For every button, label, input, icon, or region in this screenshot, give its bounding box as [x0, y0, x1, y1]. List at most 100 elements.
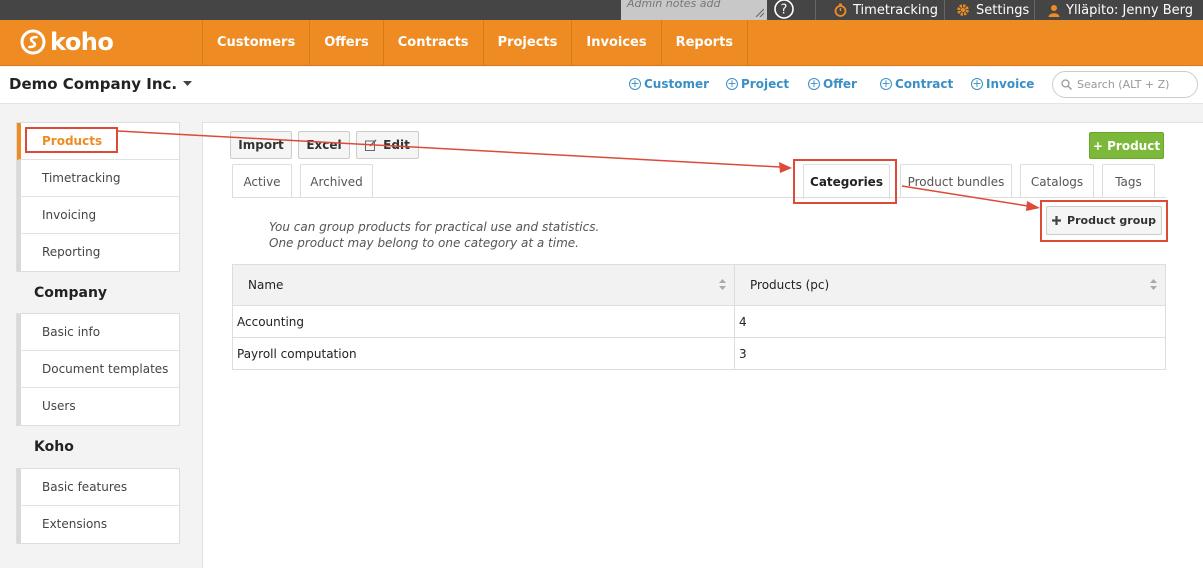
- column-header-label: Name: [248, 278, 284, 292]
- timetracking-label: Timetracking: [853, 2, 939, 18]
- tab-categories[interactable]: Categories: [803, 164, 890, 199]
- company-name: Demo Company Inc.: [9, 75, 178, 93]
- edit-button[interactable]: Edit: [356, 131, 419, 159]
- categories-table: Name Products (pc) Accounting 4 Payroll …: [232, 264, 1166, 370]
- sort-icon: [719, 279, 726, 290]
- add-product-button[interactable]: + Product: [1089, 132, 1164, 159]
- settings-label: Settings: [976, 2, 1030, 18]
- nav-invoices[interactable]: Invoices: [571, 20, 660, 66]
- sidebar-koho-group: Basic features Extensions: [16, 468, 180, 544]
- tab-catalogs[interactable]: Catalogs: [1020, 164, 1094, 198]
- sidebar-item-extensions[interactable]: Extensions: [17, 506, 179, 543]
- sidebar-item-users[interactable]: Users: [17, 388, 179, 425]
- separator: [1034, 0, 1035, 20]
- table-row[interactable]: Accounting 4: [232, 305, 1166, 338]
- quick-add-project[interactable]: + Project: [726, 77, 789, 91]
- quick-add-label: Project: [741, 77, 790, 91]
- logo-text: koho: [50, 28, 114, 56]
- excel-label: Excel: [306, 138, 342, 152]
- search-input[interactable]: Search (ALT + Z): [1052, 71, 1198, 98]
- quick-add-label: Contract: [895, 77, 954, 91]
- quick-add-label: Invoice: [986, 77, 1035, 91]
- import-button[interactable]: Import: [230, 131, 292, 159]
- nav-reports[interactable]: Reports: [660, 20, 749, 66]
- sub-header: Demo Company Inc. + Customer + Project +…: [0, 67, 1203, 104]
- plus-icon: [1052, 216, 1062, 225]
- separator: [815, 0, 816, 20]
- sidebar-item-document-templates[interactable]: Document templates: [17, 351, 179, 388]
- search-placeholder: Search (ALT + Z): [1077, 78, 1170, 91]
- info-text-line2: One product may belong to one category a…: [269, 236, 579, 250]
- add-product-group-button[interactable]: Product group: [1046, 206, 1162, 235]
- help-button[interactable]: ?: [772, 0, 796, 20]
- cell-product-count: 4: [734, 305, 1166, 338]
- quick-add-invoice[interactable]: + Invoice: [971, 77, 1034, 91]
- table-header-row: Name Products (pc): [232, 264, 1166, 306]
- column-header-label: Products (pc): [750, 278, 830, 292]
- admin-notes-placeholder: Admin notes add: [627, 0, 721, 10]
- quick-add-contract[interactable]: + Contract: [880, 77, 953, 91]
- edit-icon: [365, 139, 377, 151]
- company-selector[interactable]: Demo Company Inc.: [9, 75, 193, 93]
- cell-category-name: Payroll computation: [232, 337, 735, 370]
- search-icon: [1061, 79, 1072, 90]
- separator: [944, 0, 945, 20]
- tab-divider: [232, 197, 1166, 198]
- quick-add-label: Offer: [823, 77, 857, 91]
- sidebar-item-invoicing[interactable]: Invoicing: [17, 197, 179, 234]
- help-icon: ?: [774, 0, 794, 19]
- quick-add-offer[interactable]: + Offer: [808, 77, 857, 91]
- table-row[interactable]: Payroll computation 3: [232, 337, 1166, 370]
- help-symbol: ?: [781, 3, 788, 18]
- main-navbar: koho Customers Offers Contracts Projects…: [0, 20, 1203, 66]
- plus-circle-icon: +: [880, 77, 892, 90]
- top-utility-bar: Admin notes add ? Timetracking Settings: [0, 0, 1203, 20]
- timetracking-link[interactable]: Timetracking: [834, 0, 938, 20]
- user-icon: [1048, 4, 1060, 17]
- user-name: Ylläpito: Jenny Berg: [1066, 2, 1193, 18]
- sidebar-company-group: Basic info Document templates Users: [16, 313, 180, 426]
- column-header-products[interactable]: Products (pc): [734, 264, 1166, 306]
- cell-category-name: Accounting: [232, 305, 735, 338]
- add-product-group-label: Product group: [1067, 214, 1156, 227]
- column-header-name[interactable]: Name: [232, 264, 735, 306]
- koho-logo[interactable]: koho: [20, 28, 114, 56]
- resize-handle-icon[interactable]: [754, 7, 764, 17]
- cell-product-count: 3: [734, 337, 1166, 370]
- caret-down-icon: [183, 81, 193, 86]
- nav-projects[interactable]: Projects: [482, 20, 572, 66]
- add-product-label: + Product: [1092, 138, 1161, 153]
- nav-offers[interactable]: Offers: [309, 20, 383, 66]
- sidebar-heading-company: Company: [34, 285, 108, 301]
- nav-customers[interactable]: Customers: [202, 20, 309, 66]
- gear-icon: [957, 4, 969, 16]
- sidebar-products-group: Products Timetracking Invoicing Reportin…: [16, 122, 180, 272]
- sidebar-item-basic-info[interactable]: Basic info: [17, 314, 179, 351]
- quick-add-customer[interactable]: + Customer: [629, 77, 709, 91]
- tab-tags[interactable]: Tags: [1102, 164, 1155, 198]
- quick-add-label: Customer: [644, 77, 710, 91]
- info-text-line1: You can group products for practical use…: [269, 220, 600, 234]
- import-label: Import: [238, 138, 284, 152]
- sidebar-item-reporting[interactable]: Reporting: [17, 234, 179, 271]
- sidebar-heading-koho: Koho: [34, 439, 74, 455]
- excel-button[interactable]: Excel: [298, 131, 350, 159]
- tab-product-bundles[interactable]: Product bundles: [900, 164, 1012, 198]
- tab-active[interactable]: Active: [232, 164, 292, 198]
- tab-archived[interactable]: Archived: [300, 164, 373, 198]
- sidebar-item-basic-features[interactable]: Basic features: [17, 469, 179, 506]
- user-menu[interactable]: Ylläpito: Jenny Berg: [1048, 0, 1193, 20]
- settings-link[interactable]: Settings: [956, 0, 1029, 20]
- sort-icon: [1150, 279, 1157, 290]
- stopwatch-icon: [834, 3, 847, 17]
- edit-label: Edit: [383, 138, 410, 152]
- plus-circle-icon: +: [808, 77, 820, 90]
- plus-circle-icon: +: [971, 77, 983, 90]
- plus-circle-icon: +: [726, 77, 738, 90]
- admin-notes-input[interactable]: Admin notes add: [621, 0, 767, 20]
- nav-contracts[interactable]: Contracts: [382, 20, 483, 66]
- koho-logo-icon: [20, 29, 46, 55]
- plus-circle-icon: +: [629, 77, 641, 90]
- sidebar-item-products[interactable]: Products: [17, 123, 179, 160]
- sidebar-item-timetracking[interactable]: Timetracking: [17, 160, 179, 197]
